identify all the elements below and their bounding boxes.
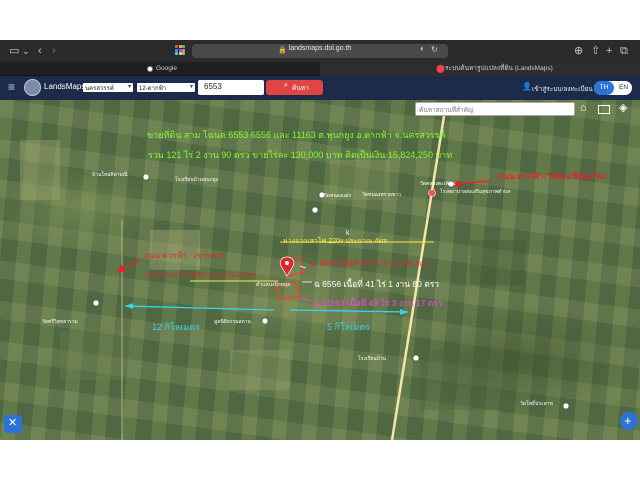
arrowhead	[125, 303, 133, 309]
logo-icon	[24, 79, 41, 96]
place-label: วัดหนองแฝก	[324, 193, 352, 199]
location-pin-icon[interactable]	[279, 256, 295, 277]
tab-label: Google	[156, 65, 177, 72]
place-dot[interactable]	[412, 354, 420, 362]
search-button[interactable]: ⌕ ค้นหา	[266, 80, 323, 95]
plot-6553: ฉ. 6553 เนื้อที่ 30 ไร่ 1 งาน 93 ตรว	[310, 259, 430, 268]
place-label: วัดศรีวิสุทธาราม	[42, 319, 78, 325]
place-search-input[interactable]: ค้นหาสถานที่สำคัญ	[415, 102, 575, 116]
place-dot[interactable]	[92, 299, 100, 307]
language-toggle[interactable]: TH EN	[594, 81, 632, 95]
bottom-margin	[0, 440, 640, 480]
share-icon[interactable]: ⇧	[591, 44, 600, 58]
place-label: บ้านใหม่ศิลามณี	[92, 172, 128, 178]
place-dot[interactable]	[562, 402, 570, 410]
headline-line1: ขายที่ดิน สาม โฉนด 6553 6556 และ 11163 ต…	[147, 130, 446, 140]
plot-6556: ฉ 6556 เนื้อที่ 41 ไร่ 1 งาน 80 ตรว	[314, 279, 440, 289]
tab-landsmaps[interactable]: ⬤ ระบบค้นหารูปแปลงที่ดิน (LandsMaps)	[320, 62, 640, 76]
road-arrow-right	[455, 180, 491, 185]
reload-icon[interactable]: ↻	[431, 45, 438, 54]
headline-line2: รวม 121 ไร่ 2 งาน 90 ตรว ขายไร่ละ 130,00…	[148, 150, 453, 160]
hospital-icon[interactable]	[428, 189, 436, 197]
district-select-value: 12-ตากฟ้า	[139, 86, 167, 92]
sidebar-toggle-icon[interactable]: ▭	[9, 44, 19, 58]
user-icon: 👤	[522, 82, 532, 91]
distance-line-left	[124, 305, 275, 311]
lang-en[interactable]: EN	[615, 81, 632, 95]
zoom-in-button[interactable]: +	[620, 412, 638, 430]
logo-text: LandsMaps	[44, 82, 86, 91]
address-text: landsmaps.dol.go.th	[288, 45, 352, 52]
chevron-down-icon: ▾	[127, 84, 131, 90]
place-dot[interactable]	[261, 317, 269, 325]
province-select[interactable]: นครสวรรค์ ▾	[83, 83, 133, 92]
app-grid-icon[interactable]	[175, 45, 185, 55]
place-label: วัดคลองตะเคียน	[420, 181, 456, 187]
power-distance-right: ห่างจากเสาไฟ 220v ประมาณ 4km	[283, 238, 388, 245]
app-header: ≡ LandsMaps นครสวรรค์ ▾ 12-ตากฟ้า ▾ 6553…	[0, 76, 640, 100]
chevron-down-icon: ▾	[189, 84, 193, 90]
keyboard-icon[interactable]	[598, 105, 610, 114]
download-icon[interactable]: ⊕	[574, 44, 583, 58]
pin-dot	[285, 261, 289, 265]
satellite-map[interactable]: ขายที่ดิน สาม โฉนด 6553 6556 และ 11163 ต…	[0, 100, 640, 440]
place-label: โรงเรียนบ้าน	[358, 356, 386, 362]
chevron-down-icon[interactable]: ⌄	[22, 44, 30, 58]
plus-icon: +	[624, 413, 632, 428]
road-label-right: ถนน ตากฟ้า-วังทอง พิษณุโลก	[498, 171, 607, 181]
parcel-number-value: 6553	[204, 82, 222, 91]
tools-icon: ✕	[8, 417, 18, 429]
distance-left-label: 12 กิโลเมตร	[152, 322, 200, 332]
place-dot[interactable]	[311, 206, 319, 214]
distance-right-label: 5 กิโลเมตร	[327, 322, 370, 332]
place-label: วัดโพธิ์ประสาท	[520, 401, 553, 407]
label-leader	[299, 297, 313, 302]
place-dot[interactable]	[142, 173, 150, 181]
shield-icon[interactable]: ◐	[420, 44, 425, 53]
power-distance-left: ห่างจากเสาไฟ 220v ประมาณ3.5 km	[146, 272, 257, 279]
tools-button[interactable]: ✕	[4, 415, 22, 433]
place-search-placeholder: ค้นหาสถานที่สำคัญ	[419, 107, 474, 114]
tab-label: ระบบค้นหารูปแปลงที่ดิน (LandsMaps)	[445, 65, 553, 72]
road-label-left: ถนน ตากฟ้า - เขาทราย	[144, 251, 226, 260]
google-icon	[147, 66, 153, 72]
search-icon: ⌕	[284, 82, 288, 89]
top-margin	[0, 0, 640, 40]
address-bar[interactable]: 🔒 landsmaps.dol.go.th ↻ ◐	[192, 44, 448, 58]
forward-arrow-icon[interactable]: ›	[52, 44, 56, 58]
lang-th[interactable]: TH	[594, 81, 614, 95]
place-label: มูลนิธิธรรมสถาน	[214, 319, 251, 325]
layers-icon[interactable]: ◈	[619, 101, 627, 114]
new-tab-icon[interactable]: +	[606, 44, 612, 58]
parcel-number-input[interactable]: 6553	[198, 80, 264, 95]
login-link[interactable]: เข้าสู่ระบบ/ลงทะเบียน	[532, 84, 593, 94]
tab-google[interactable]: Google	[0, 62, 320, 76]
place-label: วัดหนองทรายขาว	[362, 192, 401, 198]
plot-11163: ฉ 11163 เนื้อที่ 49 ไร่ 3 งาน 17 ตรว	[314, 298, 443, 308]
search-button-label: ค้นหา	[292, 85, 309, 92]
hamburger-icon[interactable]: ≡	[8, 81, 15, 93]
place-label: โรงพยาบาลส่งเสริมสุขภาพตำบล	[440, 189, 511, 195]
distance-line-right	[289, 309, 409, 313]
tab-overview-icon[interactable]: ⧉	[620, 44, 628, 58]
k-label: k	[346, 230, 350, 237]
tab-bar: Google ⬤ ระบบค้นหารูปแปลงที่ดิน (LandsMa…	[0, 62, 640, 76]
province-select-value: นครสวรรค์	[85, 86, 114, 92]
back-arrow-icon[interactable]: ‹	[38, 44, 42, 58]
place-label: โรงเรียนบ้านพุนกยูง	[175, 177, 219, 183]
pin-icon: ⬤	[436, 64, 445, 73]
home-icon[interactable]: ⌂	[580, 102, 587, 114]
district-select[interactable]: 12-ตากฟ้า ▾	[137, 83, 195, 92]
place-label: ดำแหน่งปักหมุด	[256, 282, 291, 288]
